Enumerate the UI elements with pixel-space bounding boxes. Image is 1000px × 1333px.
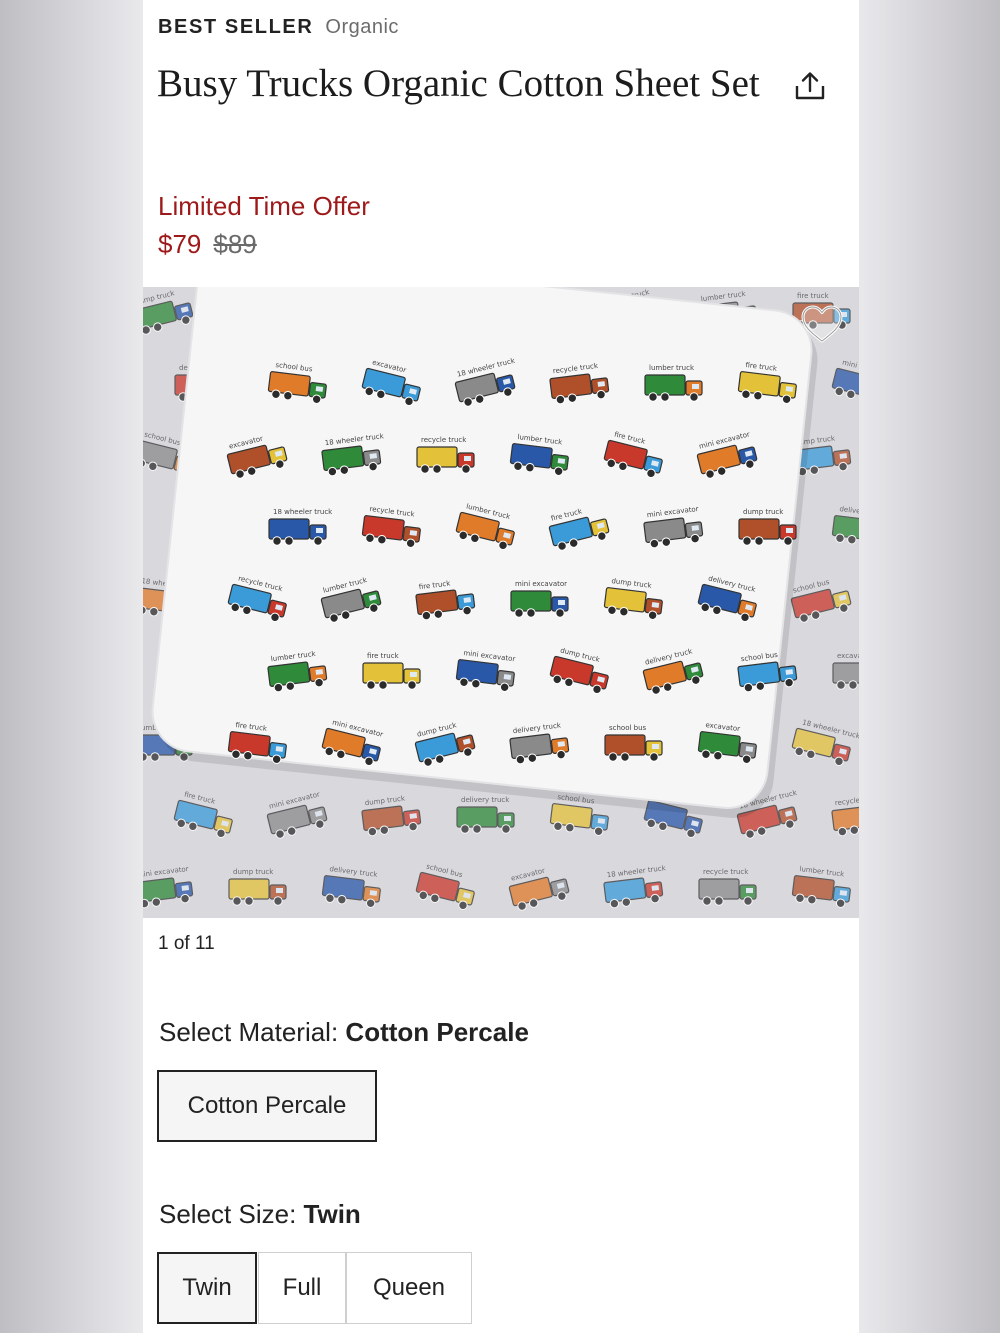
svg-text:dump truck: dump truck [743,508,784,516]
share-icon[interactable] [793,70,827,102]
svg-text:school bus: school bus [609,724,647,732]
organic-tag: Organic [325,16,399,38]
size-option-label: Twin [182,1274,232,1301]
size-selected-value: Twin [303,1199,361,1229]
original-price: $89 [213,229,257,259]
size-option-twin[interactable]: Twin [157,1252,257,1324]
size-label-text: Select Size: [159,1199,297,1229]
product-image-gallery[interactable]: dump truck delivery truck school bus excava… [143,287,859,918]
best-seller-badge: BEST SELLER [158,16,314,38]
image-counter: 1 of 11 [158,933,215,954]
svg-text:recycle truck: recycle truck [421,436,467,444]
material-label-text: Select Material: [159,1017,339,1047]
svg-text:fire truck: fire truck [797,292,830,300]
heart-icon[interactable] [799,303,845,345]
material-option-label: Cotton Percale [187,1092,347,1119]
svg-text:fire truck: fire truck [367,652,400,660]
svg-text:18 wheeler truck: 18 wheeler truck [273,508,333,516]
product-eyebrow: BEST SELLER Organic [158,16,399,39]
svg-text:dump truck: dump truck [233,868,274,876]
svg-text:lumber truck: lumber truck [649,364,695,372]
sale-price: $79 [158,229,202,259]
svg-text:excavator: excavator [837,652,859,660]
product-title: Busy Trucks Organic Cotton Sheet Set [157,62,760,105]
size-option-label: Full [282,1274,322,1301]
print-truck-63: recycle truck [831,794,859,837]
material-selected-value: Cotton Percale [345,1017,529,1047]
material-select-label: Select Material: Cotton Percale [159,1017,529,1048]
size-option-label: Queen [372,1274,446,1301]
size-option-queen[interactable]: Queen [346,1252,472,1324]
product-image: dump truck delivery truck school bus excava… [143,287,859,918]
svg-text:mini excavator: mini excavator [515,580,567,588]
size-option-full[interactable]: Full [258,1252,346,1324]
product-page: BEST SELLER Organic Busy Trucks Organic C… [143,0,859,1333]
size-select-label: Select Size: Twin [159,1199,361,1230]
limited-time-offer-label: Limited Time Offer [158,191,370,221]
material-option-cotton-percale[interactable]: Cotton Percale [157,1070,377,1142]
price-row: $79 $89 [158,229,257,260]
svg-text:delivery truck: delivery truck [461,796,510,804]
svg-text:recycle truck: recycle truck [703,868,749,876]
